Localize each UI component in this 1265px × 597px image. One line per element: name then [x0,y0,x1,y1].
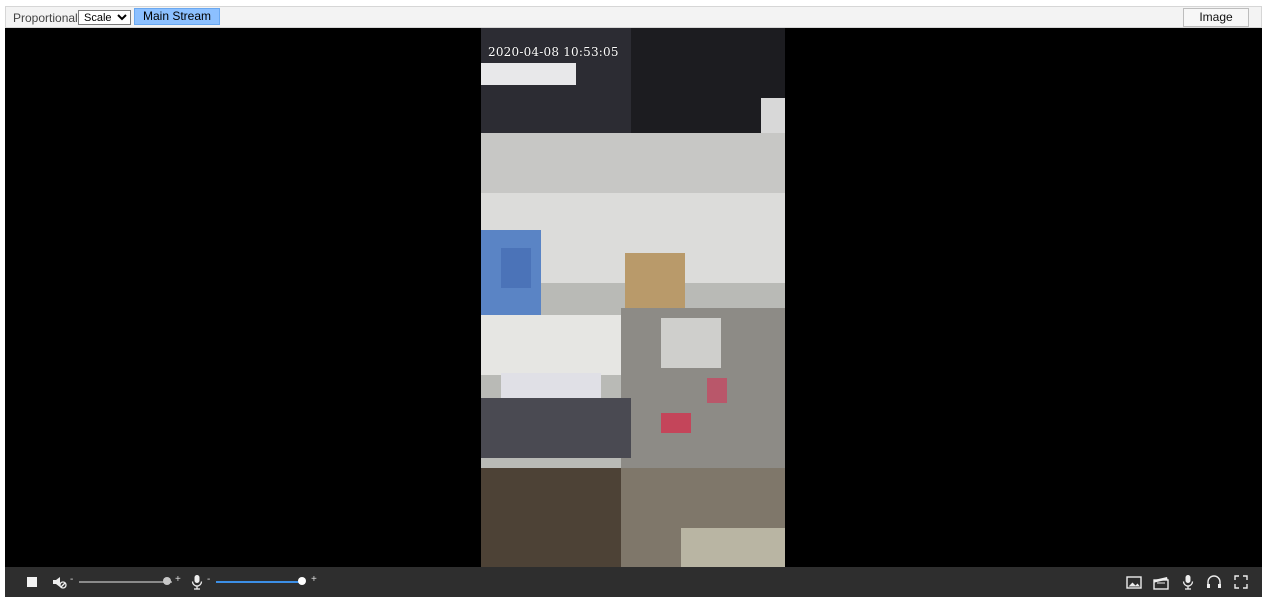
record-icon[interactable] [1152,573,1170,591]
proportional-label: Proportional [13,11,78,25]
frame-bottom-pale [681,528,785,567]
volume-plus: + [175,574,181,585]
microphone-icon[interactable] [188,573,206,591]
frame-bottom-brown [481,468,621,567]
snapshot-icon[interactable] [1125,573,1143,591]
mic-volume-slider-handle[interactable] [298,577,307,585]
mic-volume-slider[interactable] [216,581,305,583]
stop-icon[interactable] [27,577,37,587]
volume-slider[interactable] [79,581,172,583]
frame-light-patch [761,98,785,133]
video-timestamp: 2020-04-08 10:53:05 [488,45,619,59]
frame-dark-row [481,398,631,458]
talk-icon[interactable] [1179,573,1197,591]
video-frame [481,28,785,567]
fullscreen-icon[interactable] [1232,573,1250,591]
frame-red [661,413,691,433]
player-controls: - + - + [5,567,1262,597]
speaker-muted-icon[interactable] [50,573,68,591]
headset-icon[interactable] [1205,573,1223,591]
frame-white-row [501,373,601,398]
frame-clutter-light [661,318,721,368]
mic-plus: + [311,574,317,585]
main-stream-button[interactable]: Main Stream [134,8,220,25]
image-button[interactable]: Image [1183,8,1249,27]
frame-red-2 [707,378,727,403]
volume-minus: - [70,574,74,585]
volume-slider-handle[interactable] [163,577,172,585]
video-viewport[interactable]: 2020-04-08 10:53:05 [5,28,1262,567]
top-toolbar: Proportional Scale Main Stream Image [5,6,1262,28]
scale-select[interactable]: Scale [78,10,131,25]
frame-tan [625,253,685,308]
frame-white-left [481,315,631,375]
frame-light-strip [481,63,576,85]
mic-minus: - [207,574,211,585]
frame-blue-2 [501,248,531,288]
